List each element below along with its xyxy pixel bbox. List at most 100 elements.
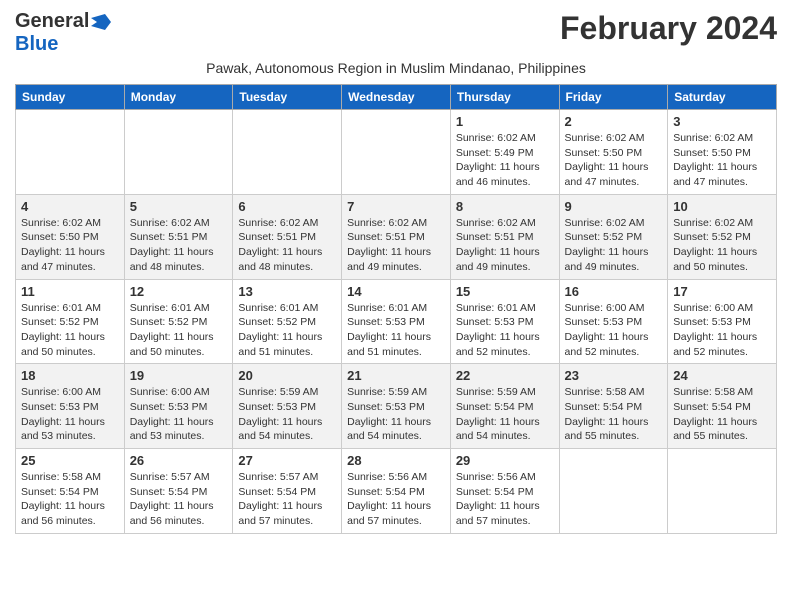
day-number: 18	[21, 368, 119, 383]
day-header-tuesday: Tuesday	[233, 85, 342, 110]
day-header-wednesday: Wednesday	[342, 85, 451, 110]
day-number: 14	[347, 284, 445, 299]
cell-info: Sunrise: 6:00 AMSunset: 5:53 PMDaylight:…	[565, 301, 663, 360]
day-number: 1	[456, 114, 554, 129]
calendar-cell: 18 Sunrise: 6:00 AMSunset: 5:53 PMDayligh…	[16, 364, 125, 449]
subtitle: Pawak, Autonomous Region in Muslim Minda…	[15, 60, 777, 76]
cell-info: Sunrise: 5:58 AMSunset: 5:54 PMDaylight:…	[565, 385, 663, 444]
calendar-cell: 21Sunrise: 5:59 AMSunset: 5:53 PMDayligh…	[342, 364, 451, 449]
day-number: 23	[565, 368, 663, 383]
day-number: 24	[673, 368, 771, 383]
cell-info: Sunrise: 5:59 AMSunset: 5:54 PMDaylight:…	[456, 385, 554, 444]
header: General Blue February 2024	[15, 10, 777, 56]
cell-info: Sunrise: 6:02 AMSunset: 5:51 PMDaylight:…	[456, 216, 554, 275]
day-number: 9	[565, 199, 663, 214]
calendar-cell	[16, 110, 125, 195]
calendar-cell: 8 Sunrise: 6:02 AMSunset: 5:51 PMDaylight…	[450, 194, 559, 279]
day-number: 15	[456, 284, 554, 299]
day-number: 11	[21, 284, 119, 299]
calendar-cell: 22 Sunrise: 5:59 AMSunset: 5:54 PMDayligh…	[450, 364, 559, 449]
cell-info: Sunrise: 6:02 AMSunset: 5:50 PMDaylight:…	[673, 131, 771, 190]
cell-info: Sunrise: 6:02 AMSunset: 5:50 PMDaylight:…	[21, 216, 119, 275]
cell-info: Sunrise: 5:59 AMSunset: 5:53 PMDaylight:…	[238, 385, 336, 444]
calendar-cell: 27 Sunrise: 5:57 AMSunset: 5:54 PMDayligh…	[233, 449, 342, 534]
calendar-cell: 1 Sunrise: 6:02 AMSunset: 5:49 PMDaylight…	[450, 110, 559, 195]
calendar-week-row: 4 Sunrise: 6:02 AMSunset: 5:50 PMDaylight…	[16, 194, 777, 279]
calendar-cell: 17 Sunrise: 6:00 AMSunset: 5:53 PMDayligh…	[668, 279, 777, 364]
cell-info: Sunrise: 5:57 AMSunset: 5:54 PMDaylight:…	[130, 470, 228, 529]
calendar-week-row: 11 Sunrise: 6:01 AMSunset: 5:52 PMDayligh…	[16, 279, 777, 364]
day-number: 19	[130, 368, 228, 383]
calendar-week-row: 25 Sunrise: 5:58 AMSunset: 5:54 PMDayligh…	[16, 449, 777, 534]
cell-info: Sunrise: 6:01 AMSunset: 5:52 PMDaylight:…	[21, 301, 119, 360]
calendar-week-row: 1 Sunrise: 6:02 AMSunset: 5:49 PMDaylight…	[16, 110, 777, 195]
calendar-cell: 23 Sunrise: 5:58 AMSunset: 5:54 PMDayligh…	[559, 364, 668, 449]
calendar-header-row: SundayMondayTuesdayWednesdayThursdayFrid…	[16, 85, 777, 110]
day-number: 28	[347, 453, 445, 468]
day-number: 6	[238, 199, 336, 214]
logo-blue: Blue	[15, 33, 58, 55]
calendar-cell: 28 Sunrise: 5:56 AMSunset: 5:54 PMDayligh…	[342, 449, 451, 534]
calendar-cell: 13 Sunrise: 6:01 AMSunset: 5:52 PMDayligh…	[233, 279, 342, 364]
calendar-cell: 4 Sunrise: 6:02 AMSunset: 5:50 PMDaylight…	[16, 194, 125, 279]
cell-info: Sunrise: 6:01 AMSunset: 5:53 PMDaylight:…	[347, 301, 445, 360]
day-number: 2	[565, 114, 663, 129]
calendar-cell: 6 Sunrise: 6:02 AMSunset: 5:51 PMDaylight…	[233, 194, 342, 279]
cell-info: Sunrise: 6:02 AMSunset: 5:52 PMDaylight:…	[565, 216, 663, 275]
calendar-cell: 14 Sunrise: 6:01 AMSunset: 5:53 PMDayligh…	[342, 279, 451, 364]
day-number: 8	[456, 199, 554, 214]
day-header-thursday: Thursday	[450, 85, 559, 110]
cell-info: Sunrise: 6:00 AMSunset: 5:53 PMDaylight:…	[673, 301, 771, 360]
cell-info: Sunrise: 6:00 AMSunset: 5:53 PMDaylight:…	[21, 385, 119, 444]
calendar-cell: 9 Sunrise: 6:02 AMSunset: 5:52 PMDaylight…	[559, 194, 668, 279]
calendar-week-row: 18 Sunrise: 6:00 AMSunset: 5:53 PMDayligh…	[16, 364, 777, 449]
month-title: February 2024	[560, 10, 777, 47]
calendar-cell	[668, 449, 777, 534]
calendar-cell: 25 Sunrise: 5:58 AMSunset: 5:54 PMDayligh…	[16, 449, 125, 534]
day-number: 12	[130, 284, 228, 299]
calendar-cell: 2Sunrise: 6:02 AMSunset: 5:50 PMDaylight…	[559, 110, 668, 195]
day-header-saturday: Saturday	[668, 85, 777, 110]
day-number: 22	[456, 368, 554, 383]
calendar-cell: 24 Sunrise: 5:58 AMSunset: 5:54 PMDayligh…	[668, 364, 777, 449]
logo-bird-icon	[91, 14, 111, 30]
day-number: 26	[130, 453, 228, 468]
cell-info: Sunrise: 5:58 AMSunset: 5:54 PMDaylight:…	[21, 470, 119, 529]
day-number: 17	[673, 284, 771, 299]
day-number: 20	[238, 368, 336, 383]
day-number: 4	[21, 199, 119, 214]
calendar-cell: 29Sunrise: 5:56 AMSunset: 5:54 PMDayligh…	[450, 449, 559, 534]
day-number: 16	[565, 284, 663, 299]
cell-info: Sunrise: 6:02 AMSunset: 5:51 PMDaylight:…	[238, 216, 336, 275]
cell-info: Sunrise: 6:01 AMSunset: 5:53 PMDaylight:…	[456, 301, 554, 360]
calendar-cell: 10Sunrise: 6:02 AMSunset: 5:52 PMDayligh…	[668, 194, 777, 279]
calendar-cell: 7Sunrise: 6:02 AMSunset: 5:51 PMDaylight…	[342, 194, 451, 279]
calendar-cell	[342, 110, 451, 195]
cell-info: Sunrise: 6:00 AMSunset: 5:53 PMDaylight:…	[130, 385, 228, 444]
logo: General Blue	[15, 10, 111, 56]
cell-info: Sunrise: 5:57 AMSunset: 5:54 PMDaylight:…	[238, 470, 336, 529]
cell-info: Sunrise: 6:01 AMSunset: 5:52 PMDaylight:…	[238, 301, 336, 360]
calendar-cell: 16 Sunrise: 6:00 AMSunset: 5:53 PMDayligh…	[559, 279, 668, 364]
cell-info: Sunrise: 6:02 AMSunset: 5:51 PMDaylight:…	[347, 216, 445, 275]
day-number: 13	[238, 284, 336, 299]
day-header-monday: Monday	[124, 85, 233, 110]
day-number: 27	[238, 453, 336, 468]
day-number: 5	[130, 199, 228, 214]
day-header-friday: Friday	[559, 85, 668, 110]
calendar-cell: 20 Sunrise: 5:59 AMSunset: 5:53 PMDayligh…	[233, 364, 342, 449]
logo-general: General	[15, 10, 89, 33]
cell-info: Sunrise: 5:59 AMSunset: 5:53 PMDaylight:…	[347, 385, 445, 444]
calendar-cell: 5 Sunrise: 6:02 AMSunset: 5:51 PMDaylight…	[124, 194, 233, 279]
calendar-cell: 26 Sunrise: 5:57 AMSunset: 5:54 PMDayligh…	[124, 449, 233, 534]
cell-info: Sunrise: 5:58 AMSunset: 5:54 PMDaylight:…	[673, 385, 771, 444]
cell-info: Sunrise: 6:01 AMSunset: 5:52 PMDaylight:…	[130, 301, 228, 360]
cell-info: Sunrise: 6:02 AMSunset: 5:49 PMDaylight:…	[456, 131, 554, 190]
calendar-cell	[124, 110, 233, 195]
calendar-cell: 12 Sunrise: 6:01 AMSunset: 5:52 PMDayligh…	[124, 279, 233, 364]
day-number: 25	[21, 453, 119, 468]
calendar-cell: 11 Sunrise: 6:01 AMSunset: 5:52 PMDayligh…	[16, 279, 125, 364]
cell-info: Sunrise: 6:02 AMSunset: 5:51 PMDaylight:…	[130, 216, 228, 275]
day-number: 10	[673, 199, 771, 214]
cell-info: Sunrise: 5:56 AMSunset: 5:54 PMDaylight:…	[347, 470, 445, 529]
